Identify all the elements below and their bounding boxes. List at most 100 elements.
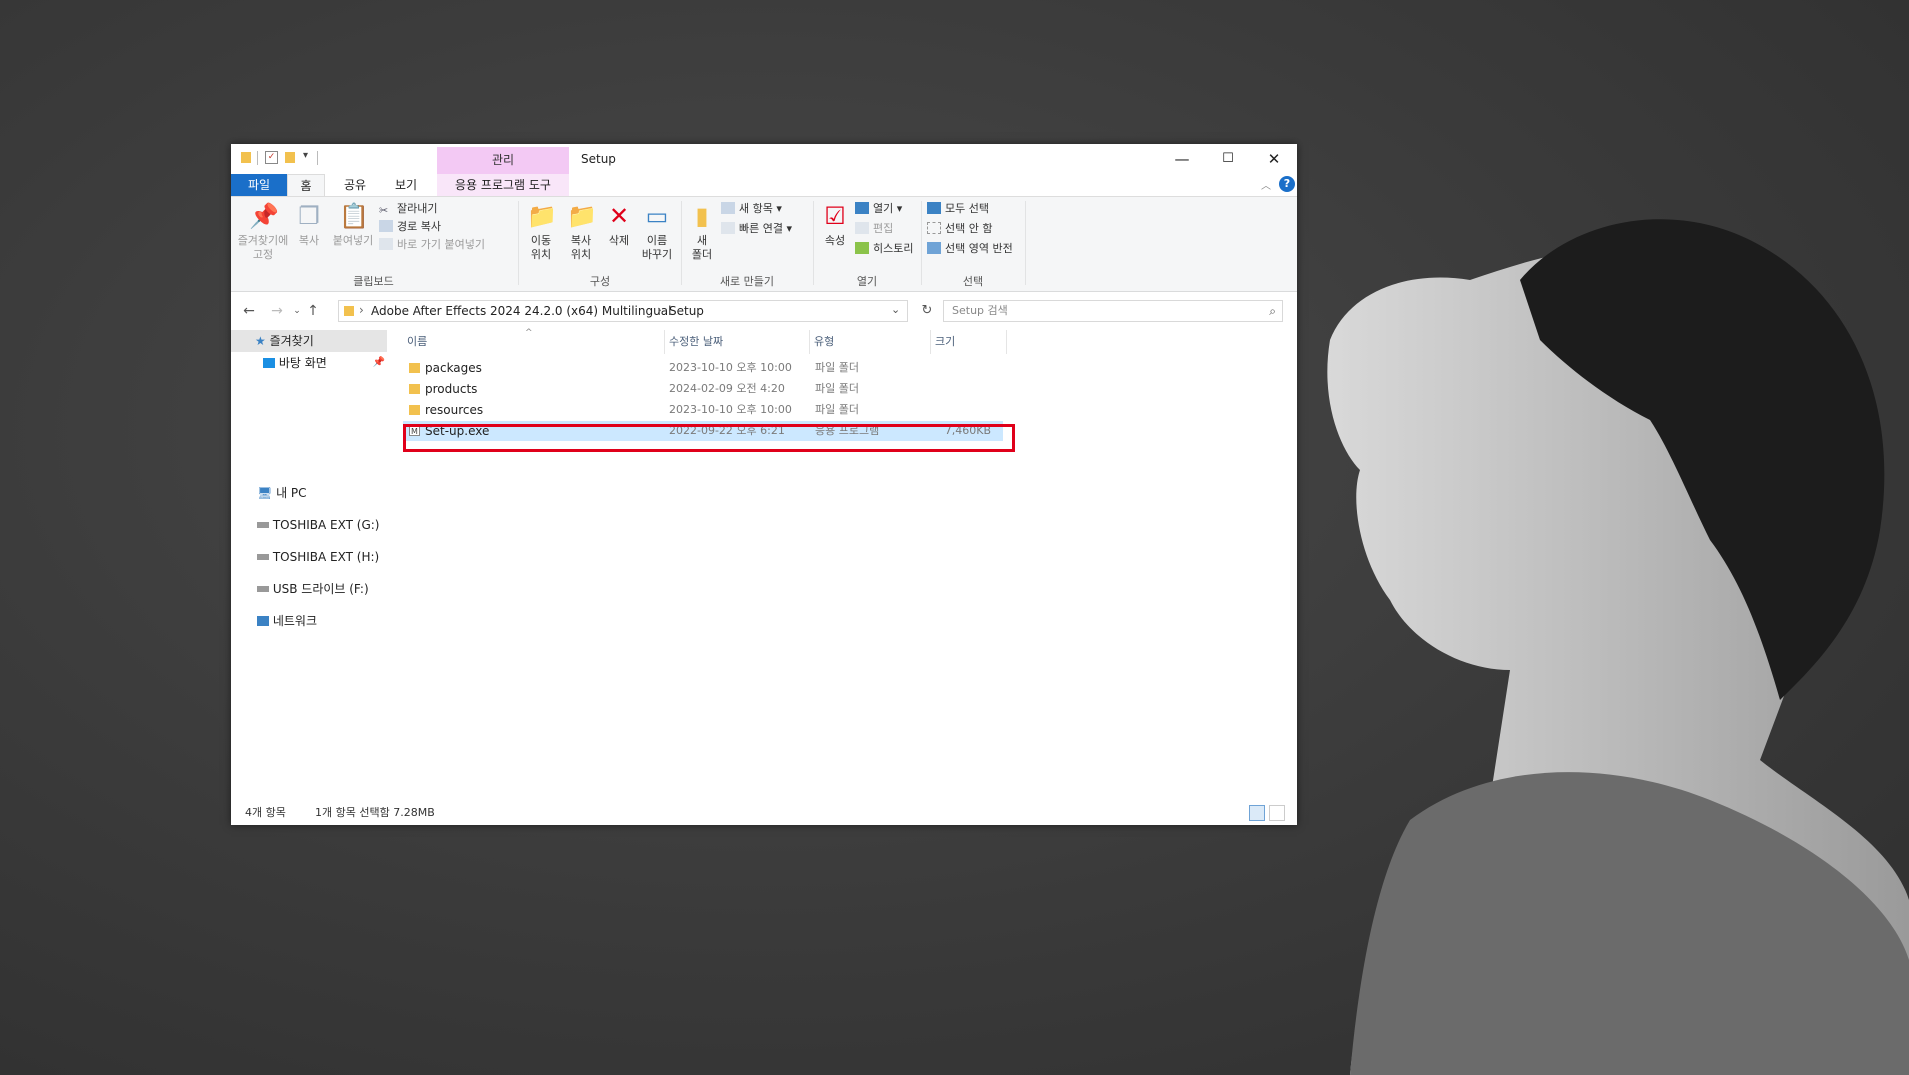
close-button[interactable]: ✕	[1251, 144, 1297, 174]
collapse-ribbon-icon[interactable]: ︿	[1261, 177, 1271, 192]
checkbox-icon[interactable]: ✓	[265, 151, 278, 164]
select-all-label: 모두 선택	[945, 202, 989, 215]
back-arrow-icon[interactable]: ←	[239, 301, 259, 321]
group-label-organize: 구성	[589, 275, 611, 288]
copy-to-label: 복사	[570, 234, 592, 247]
chevron-down-icon[interactable]: ⌄	[891, 303, 900, 316]
column-header-name[interactable]: 이름 ^	[403, 328, 665, 354]
folder-icon	[344, 306, 354, 316]
paste-shortcut-button[interactable]: 바로 가기 붙여넣기	[379, 235, 485, 255]
nav-item-network[interactable]: 네트워크	[257, 610, 317, 632]
pin-quick-access-button[interactable]: 📌 즐겨찾기에 고정	[237, 201, 289, 262]
nav-label: 바탕 화면	[278, 356, 327, 370]
nav-item-drive-g[interactable]: TOSHIBA EXT (G:)	[257, 514, 379, 536]
copy-to-button[interactable]: 📁 복사 위치	[563, 201, 599, 262]
address-bar[interactable]: › Adobe After Effects 2024 24.2.0 (x64) …	[338, 300, 908, 322]
open-button[interactable]: 열기 ▾	[855, 199, 902, 219]
nav-item-desktop[interactable]: 바탕 화면 📌	[263, 352, 387, 374]
help-icon[interactable]: ?	[1279, 176, 1295, 192]
large-icons-view-icon[interactable]	[1269, 805, 1285, 821]
properties-button[interactable]: ☑ 속성	[819, 201, 851, 248]
address-row: ← → ⌄ ↑ › Adobe After Effects 2024 24.2.…	[231, 297, 1297, 325]
details-view-icon[interactable]	[1249, 805, 1265, 821]
new-folder-label: 폴더	[691, 248, 713, 261]
copy-icon: ❐	[298, 202, 320, 230]
copy-button[interactable]: ❐ 복사	[291, 201, 327, 248]
select-all-button[interactable]: 모두 선택	[927, 199, 989, 219]
rename-button[interactable]: ▭ 이름 바꾸기	[637, 201, 677, 262]
nav-item-this-pc[interactable]: 🖥 내 PC	[257, 482, 307, 504]
minimize-button[interactable]: —	[1159, 144, 1205, 174]
folder-icon	[409, 384, 420, 394]
tab-app-tools[interactable]: 응용 프로그램 도구	[437, 174, 569, 196]
easy-access-icon	[721, 222, 735, 234]
folder-icon	[241, 152, 251, 163]
edit-button[interactable]: 편집	[855, 219, 893, 239]
tab-file[interactable]: 파일	[231, 174, 287, 196]
ribbon-tabs: 파일 홈 공유 보기 응용 프로그램 도구 ︿ ?	[231, 174, 1297, 197]
edit-label: 편집	[873, 222, 894, 235]
move-folder-icon: 📁	[527, 202, 557, 230]
move-to-button[interactable]: 📁 이동 위치	[523, 201, 559, 262]
new-item-button[interactable]: 새 항목 ▾	[721, 199, 782, 219]
dropdown-arrow-icon[interactable]: ▾	[303, 150, 308, 161]
highlight-annotation-box	[403, 424, 1015, 452]
open-icon	[855, 202, 869, 214]
folder-icon	[409, 363, 420, 373]
nav-label: USB 드라이브 (F:)	[272, 582, 369, 596]
search-input[interactable]: Setup 검색 ⌕	[943, 300, 1283, 322]
breadcrumb-item[interactable]: Adobe After Effects 2024 24.2.0 (x64) Mu…	[371, 304, 671, 318]
tab-view[interactable]: 보기	[386, 174, 426, 196]
column-label: 이름	[407, 335, 428, 348]
column-header-type[interactable]: 유형	[810, 330, 931, 354]
window-title: Setup	[581, 152, 616, 166]
rename-label: 이름	[646, 234, 668, 247]
new-item-icon	[721, 202, 735, 214]
file-row[interactable]: resources 2023-10-10 오후 10:00 파일 폴더	[403, 400, 977, 420]
title-bar: ✓ ▾ 관리 Setup — ☐ ✕	[231, 144, 1297, 174]
select-none-icon	[927, 222, 941, 234]
group-label-open: 열기	[856, 275, 878, 288]
pin-icon: 📌	[249, 202, 279, 230]
history-button[interactable]: 히스토리	[855, 239, 913, 259]
column-header-size[interactable]: 크기	[931, 330, 1007, 354]
nav-item-drive-h[interactable]: TOSHIBA EXT (H:)	[257, 546, 379, 568]
nav-label: 네트워크	[272, 614, 317, 628]
move-label: 위치	[530, 248, 552, 261]
nav-item-usb-f[interactable]: USB 드라이브 (F:)	[257, 578, 369, 600]
file-type: 파일 폴더	[815, 403, 859, 416]
easy-access-button[interactable]: 빠른 연결 ▾	[721, 219, 792, 239]
maximize-button[interactable]: ☐	[1205, 144, 1251, 174]
select-all-icon	[927, 202, 941, 214]
file-name: products	[425, 382, 478, 396]
tab-share[interactable]: 공유	[335, 174, 375, 196]
invert-selection-button[interactable]: 선택 영역 반전	[927, 239, 1013, 259]
pin-icon: 📌	[372, 357, 385, 368]
folder-icon[interactable]	[285, 152, 295, 163]
context-tab-manage: 관리	[437, 147, 569, 174]
nav-item-quick-access[interactable]: ★ 즐겨찾기	[231, 330, 387, 352]
sort-ascending-icon: ^	[525, 328, 533, 338]
clipboard-icon: 📋	[339, 202, 369, 230]
selection-info: 1개 항목 선택함 7.28MB	[315, 806, 435, 819]
pin-label: 즐겨찾기에	[237, 234, 289, 247]
forward-arrow-icon[interactable]: →	[267, 301, 287, 321]
history-icon	[855, 242, 869, 254]
network-icon	[257, 616, 269, 626]
paste-button[interactable]: 📋 붙여넣기	[329, 201, 377, 248]
refresh-icon[interactable]: ↻	[917, 301, 937, 321]
up-arrow-icon[interactable]: ↑	[303, 301, 323, 321]
tab-home[interactable]: 홈	[287, 174, 325, 196]
file-row[interactable]: packages 2023-10-10 오후 10:00 파일 폴더	[403, 358, 977, 378]
select-none-button[interactable]: 선택 안 함	[927, 219, 992, 239]
delete-button[interactable]: ✕ 삭제	[603, 201, 635, 248]
column-header-date[interactable]: 수정한 날짜	[665, 330, 810, 354]
star-icon: ★	[255, 334, 266, 348]
new-folder-button[interactable]: ▮ 새 폴더	[687, 201, 717, 262]
ribbon: 📌 즐겨찾기에 고정 ❐ 복사 📋 붙여넣기 ✂ 잘라내기 경로 복사 바로 가기…	[231, 197, 1297, 292]
copy-path-button[interactable]: 경로 복사	[379, 217, 441, 237]
nav-label: TOSHIBA EXT (H:)	[272, 550, 380, 564]
breadcrumb-item[interactable]: Setup	[669, 304, 704, 318]
cut-button[interactable]: ✂ 잘라내기	[379, 199, 437, 219]
file-row[interactable]: products 2024-02-09 오전 4:20 파일 폴더	[403, 379, 977, 399]
